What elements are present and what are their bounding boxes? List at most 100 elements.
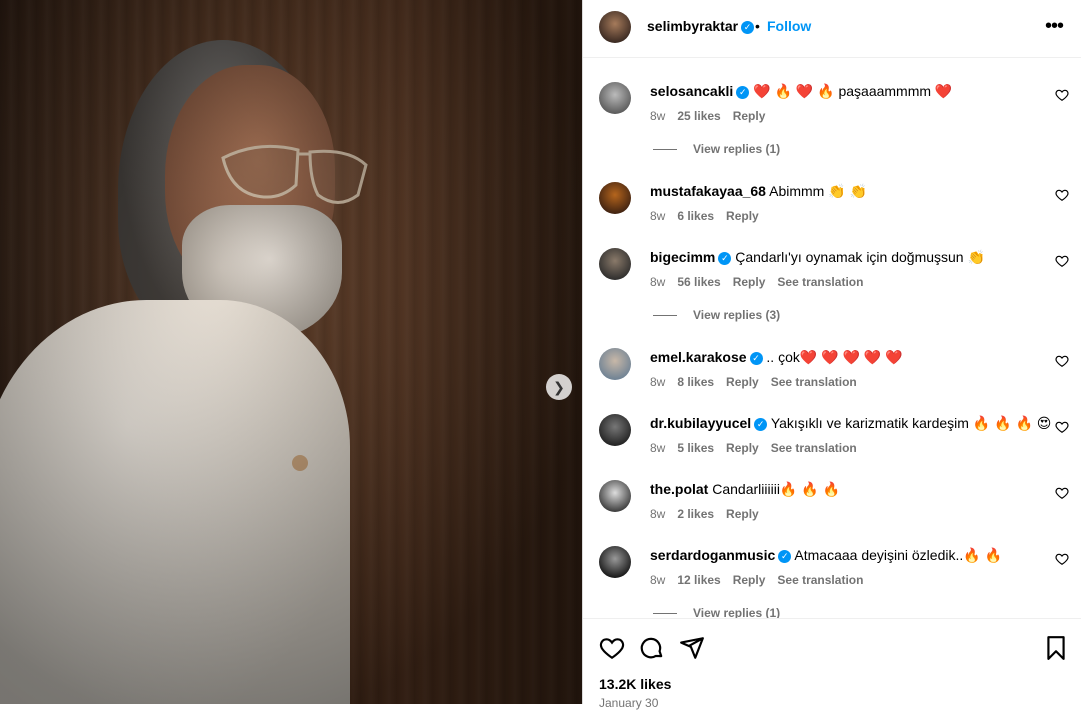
see-translation-button[interactable]: See translation xyxy=(777,275,863,289)
comment-username[interactable]: mustafakayaa_68 xyxy=(650,183,766,199)
comment-text: Çandarlı'yı oynamak için doğmuşsun 👏 xyxy=(735,249,985,265)
commenter-avatar[interactable] xyxy=(599,348,631,380)
bookmark-icon[interactable] xyxy=(1043,635,1069,661)
view-replies-button[interactable]: View replies (3) xyxy=(653,308,780,322)
comment-meta: 8w 5 likes Reply See translation xyxy=(650,441,869,455)
comment-meta: 8w 8 likes Reply See translation xyxy=(650,375,869,389)
heart-icon[interactable] xyxy=(1055,354,1069,368)
post-header: selimbyraktar ✓ • Follow ••• xyxy=(583,0,1081,58)
vignette xyxy=(0,0,582,704)
verified-icon: ✓ xyxy=(778,549,792,563)
comment-text: Candarliiiiii🔥 🔥 🔥 xyxy=(712,481,840,497)
comment-text-line: emel.karakose ✓ .. çok❤️ ❤️ ❤️ ❤️ ❤️ xyxy=(650,349,903,366)
view-replies-button[interactable]: View replies (1) xyxy=(653,606,780,618)
heart-icon[interactable] xyxy=(1055,420,1069,434)
comment-username[interactable]: selosancakli xyxy=(650,83,733,99)
comment-likes[interactable]: 56 likes xyxy=(677,275,720,289)
commenter-avatar[interactable] xyxy=(599,414,631,446)
heart-icon[interactable] xyxy=(1055,552,1069,566)
see-translation-button[interactable]: See translation xyxy=(771,375,857,389)
heart-icon[interactable] xyxy=(1055,88,1069,102)
comment-username[interactable]: serdardoganmusic xyxy=(650,547,775,563)
reply-button[interactable]: Reply xyxy=(733,109,766,123)
reply-divider xyxy=(653,149,677,151)
view-replies-button[interactable]: View replies (1) xyxy=(653,142,780,156)
comment-time: 8w xyxy=(650,507,666,521)
next-photo-button[interactable]: ❯ xyxy=(546,374,572,400)
comment-text-line: mustafakayaa_68 Abimmm 👏 👏 xyxy=(650,183,867,200)
separator-dot: • xyxy=(755,18,760,34)
author-name-text[interactable]: selimbyraktar xyxy=(647,18,738,34)
heart-icon[interactable] xyxy=(599,635,625,661)
post-actions: 13.2K likes January 30 xyxy=(583,618,1081,710)
comment-text: ❤️ 🔥 ❤️ 🔥 paşaaammmm ❤️ xyxy=(753,83,953,99)
verified-icon: ✓ xyxy=(736,85,750,99)
post-panel: selimbyraktar ✓ • Follow ••• selosancakli… xyxy=(582,0,1081,710)
view-replies-text[interactable]: View replies (1) xyxy=(693,606,780,618)
comment-meta: 8w 25 likes Reply xyxy=(650,109,777,123)
share-icon[interactable] xyxy=(679,635,705,661)
follow-button[interactable]: Follow xyxy=(767,18,811,34)
comment-meta: 8w 12 likes Reply See translation xyxy=(650,573,875,587)
comment-username[interactable]: emel.karakose xyxy=(650,349,747,365)
commenter-avatar[interactable] xyxy=(599,248,631,280)
comment-likes[interactable]: 8 likes xyxy=(677,375,714,389)
heart-icon[interactable] xyxy=(1055,188,1069,202)
comment-time: 8w xyxy=(650,275,666,289)
author-avatar[interactable] xyxy=(599,11,631,43)
comment-text-line: serdardoganmusic ✓ Atmacaaa deyişini özle… xyxy=(650,547,1002,564)
comment-meta: 8w 2 likes Reply xyxy=(650,507,771,521)
comment-username[interactable]: dr.kubilayyucel xyxy=(650,415,751,431)
comment-username[interactable]: the.polat xyxy=(650,481,708,497)
reply-button[interactable]: Reply xyxy=(726,507,759,521)
comment-meta: 8w 6 likes Reply xyxy=(650,209,771,223)
comment-likes[interactable]: 5 likes xyxy=(677,441,714,455)
chevron-right-icon: ❯ xyxy=(553,378,565,395)
verified-icon: ✓ xyxy=(749,351,763,365)
comments-list: selosancakli ✓ ❤️ 🔥 ❤️ 🔥 paşaaammmm ❤️ 8w… xyxy=(583,58,1081,618)
author-username[interactable]: selimbyraktar ✓ xyxy=(647,18,755,34)
reply-divider xyxy=(653,613,677,615)
commenter-avatar[interactable] xyxy=(599,546,631,578)
comment-time: 8w xyxy=(650,209,666,223)
reply-button[interactable]: Reply xyxy=(726,441,759,455)
likes-count[interactable]: 13.2K likes xyxy=(599,676,671,692)
more-icon[interactable]: ••• xyxy=(1045,15,1064,38)
comment-username[interactable]: bigecimm xyxy=(650,249,715,265)
comment-time: 8w xyxy=(650,573,666,587)
reply-button[interactable]: Reply xyxy=(733,275,766,289)
comment-text-line: the.polat Candarliiiiii🔥 🔥 🔥 xyxy=(650,481,840,498)
comment-text: .. çok❤️ ❤️ ❤️ ❤️ ❤️ xyxy=(766,349,903,365)
see-translation-button[interactable]: See translation xyxy=(771,441,857,455)
comment-likes[interactable]: 2 likes xyxy=(677,507,714,521)
comment-text-line: bigecimm ✓ Çandarlı'yı oynamak için doğmu… xyxy=(650,249,985,266)
comment-likes[interactable]: 6 likes xyxy=(677,209,714,223)
view-replies-text[interactable]: View replies (1) xyxy=(693,142,780,156)
post-photo: ❯ xyxy=(0,0,582,704)
reply-divider xyxy=(653,315,677,317)
reply-button[interactable]: Reply xyxy=(726,375,759,389)
comment-text-line: selosancakli ✓ ❤️ 🔥 ❤️ 🔥 paşaaammmm ❤️ xyxy=(650,83,952,100)
comment-likes[interactable]: 25 likes xyxy=(677,109,720,123)
comment-text: Abimmm 👏 👏 xyxy=(769,183,867,199)
commenter-avatar[interactable] xyxy=(599,480,631,512)
comment-time: 8w xyxy=(650,375,666,389)
comment-meta: 8w 56 likes Reply See translation xyxy=(650,275,875,289)
comment-likes[interactable]: 12 likes xyxy=(677,573,720,587)
heart-icon[interactable] xyxy=(1055,486,1069,500)
verified-icon: ✓ xyxy=(754,417,768,431)
comment-time: 8w xyxy=(650,441,666,455)
reply-button[interactable]: Reply xyxy=(733,573,766,587)
comment-time: 8w xyxy=(650,109,666,123)
reply-button[interactable]: Reply xyxy=(726,209,759,223)
post-date: January 30 xyxy=(599,696,659,710)
view-replies-text[interactable]: View replies (3) xyxy=(693,308,780,322)
verified-icon: ✓ xyxy=(718,251,732,265)
comment-text: Atmacaaa deyişini özledik..🔥 🔥 xyxy=(794,547,1003,563)
see-translation-button[interactable]: See translation xyxy=(777,573,863,587)
heart-icon[interactable] xyxy=(1055,254,1069,268)
verified-icon: ✓ xyxy=(741,20,755,34)
commenter-avatar[interactable] xyxy=(599,182,631,214)
comment-icon[interactable] xyxy=(639,635,665,661)
commenter-avatar[interactable] xyxy=(599,82,631,114)
